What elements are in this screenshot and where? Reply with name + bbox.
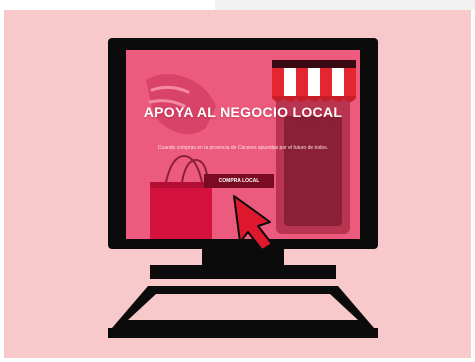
monitor-neck: [202, 249, 284, 265]
subtext: Cuando compras en la provincia de Cácere…: [157, 145, 329, 151]
headline: APOYA AL NEGOCIO LOCAL: [143, 104, 343, 120]
shopping-bag-icon: [150, 154, 212, 239]
monitor-base: [150, 265, 336, 279]
keyboard: [108, 286, 378, 338]
monitor-screen: APOYA AL NEGOCIO LOCAL Cuando compras en…: [126, 50, 360, 239]
top-band: [215, 0, 475, 10]
compra-local-button[interactable]: COMPRA LOCAL: [204, 174, 274, 188]
